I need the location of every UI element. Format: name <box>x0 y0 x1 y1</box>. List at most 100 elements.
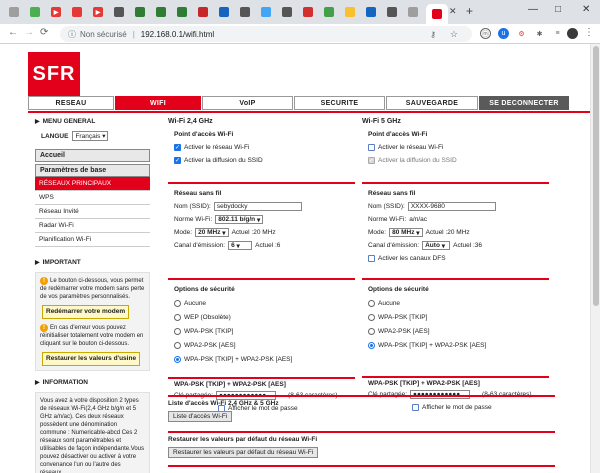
tab-close-icon[interactable]: ✕ <box>449 6 457 17</box>
security-radio[interactable] <box>174 327 181 335</box>
language-label: LANGUE <box>41 132 69 140</box>
browser-tab[interactable] <box>6 4 22 20</box>
channel-select[interactable]: 6 ▾ <box>228 241 253 250</box>
ssid-broadcast-checkbox[interactable]: ✓ <box>174 157 181 164</box>
browser-tab[interactable] <box>195 4 211 20</box>
nav-securite[interactable]: SECURITE <box>294 96 385 110</box>
channel-row: Canal d'émission: Auto ▾ Actuel :36 <box>368 240 543 251</box>
sidebar-item-3[interactable]: Radar Wi-Fi <box>35 219 150 233</box>
access-list-button[interactable]: Liste d'accès Wi-Fi <box>168 411 233 422</box>
ssid-input[interactable]: sebydocky <box>213 202 302 211</box>
nav-wifi[interactable]: WIFI <box>115 96 201 110</box>
reload-icon[interactable]: ⟳ <box>40 27 48 38</box>
access-list-section: Liste d'accès Wi-Fi 2,4 GHz & 5 GHz List… <box>168 395 555 425</box>
sidebar-item-0[interactable]: RÉSEAUX PRINCIPAUX <box>35 177 150 191</box>
language-select[interactable]: Français ▾ <box>72 131 109 141</box>
browser-tab[interactable] <box>321 4 337 20</box>
factory-reset-button[interactable]: Restaurer les valeurs d'usine <box>42 352 141 366</box>
menu-accueil[interactable]: Accueil <box>35 149 150 162</box>
kebab-menu-icon[interactable]: ⋮ <box>584 27 594 38</box>
enable-wifi-checkbox[interactable]: ✓ <box>174 144 181 151</box>
security-radio[interactable] <box>174 355 181 363</box>
menu-parametres[interactable]: Paramètres de base <box>35 164 150 177</box>
extension-badge-icon[interactable]: u <box>498 28 509 39</box>
security-radio[interactable] <box>174 313 181 321</box>
norm-select[interactable]: 802.11 b/g/n ▾ <box>215 215 264 224</box>
security-radio[interactable] <box>174 341 181 349</box>
security-heading: Options de sécurité <box>174 286 235 293</box>
dfs-checkbox[interactable] <box>368 255 375 262</box>
mode-value: 80 MHz <box>392 229 415 236</box>
wifi-5-column: Wi-Fi 5 GHz Point d'accès Wi-Fi Activer … <box>362 118 549 421</box>
browser-tab[interactable] <box>174 4 190 20</box>
close-window-button[interactable]: ✕ <box>582 4 590 15</box>
browser-tab[interactable] <box>300 4 316 20</box>
address-bar[interactable]: ⓘ Non sécurisé | 192.168.0.1/wifi.html ⚷… <box>60 26 472 42</box>
sidebar-item-1[interactable]: WPS <box>35 191 150 205</box>
browser-tab[interactable] <box>153 4 169 20</box>
sidebar-item-4[interactable]: Planification Wi-Fi <box>35 233 150 247</box>
important-text-1: ! Le bouton ci-dessous, vous permet de re… <box>40 277 145 301</box>
new-tab-button[interactable]: + <box>466 4 473 18</box>
browser-tab[interactable] <box>279 4 295 20</box>
ssid-row: Nom (SSID): sebydocky <box>174 201 349 212</box>
extension-icon[interactable]: ⓜ <box>480 28 491 39</box>
nav-deconnecter[interactable]: SE DECONNECTER <box>479 96 569 110</box>
browser-tab[interactable] <box>363 4 379 20</box>
minimize-button[interactable]: — <box>528 4 538 15</box>
star-icon[interactable]: ☆ <box>450 29 458 40</box>
back-icon[interactable]: ← <box>8 27 18 38</box>
security-radio[interactable] <box>368 299 375 307</box>
page-content: SFR RESEAU WIFI VoIP SECURITE SAUVEGARDE… <box>0 44 590 473</box>
puzzle-icon[interactable]: ✱ <box>534 28 545 39</box>
enable-wifi-checkbox[interactable] <box>368 144 375 151</box>
sidebar-item-2[interactable]: Réseau Invité <box>35 205 150 219</box>
ssid-input[interactable]: XXXX-9680 <box>407 202 496 211</box>
forward-icon[interactable]: → <box>24 27 34 38</box>
ssid-broadcast-checkbox[interactable]: ✓ <box>368 157 375 164</box>
browser-tab[interactable] <box>342 4 358 20</box>
mode-select[interactable]: 20 MHz ▾ <box>195 228 229 237</box>
security-option-label: WPA2-PSK [AES] <box>184 341 236 349</box>
browser-tab[interactable] <box>384 4 400 20</box>
check-icon <box>324 7 334 17</box>
browser-tab[interactable] <box>258 4 274 20</box>
restore-defaults-button[interactable]: Restaurer les valeurs par défaut du rése… <box>168 447 319 458</box>
important-title: IMPORTANT <box>42 259 81 266</box>
mode-select[interactable]: 80 MHz ▾ <box>389 228 423 237</box>
browser-tab[interactable] <box>132 4 148 20</box>
nav-voip[interactable]: VoIP <box>202 96 293 110</box>
browser-tab[interactable]: ▶ <box>90 4 106 20</box>
browser-tab[interactable] <box>27 4 43 20</box>
security-radio[interactable] <box>368 327 375 335</box>
browser-tab[interactable]: ▶ <box>48 4 64 20</box>
maximize-button[interactable]: □ <box>555 4 561 15</box>
browser-tab[interactable] <box>69 4 85 20</box>
restart-modem-button[interactable]: Redémarrer votre modem <box>42 305 130 319</box>
browser-tab[interactable] <box>216 4 232 20</box>
browser-tab[interactable] <box>237 4 253 20</box>
security-option-label: Aucune <box>184 299 207 307</box>
sfr-logo: SFR <box>28 52 80 96</box>
security-option-row: WPA-PSK [TKIP] <box>174 325 349 337</box>
cloud-icon <box>261 7 271 17</box>
avatar[interactable] <box>567 28 578 39</box>
channel-select[interactable]: Auto ▾ <box>422 241 451 250</box>
mode-label: Mode: <box>174 229 193 236</box>
browser-tab[interactable] <box>405 4 421 20</box>
extension-gear-icon[interactable]: ⚙ <box>516 28 527 39</box>
nav-sauvegarde[interactable]: SAUVEGARDE <box>386 96 478 110</box>
menu-lines-icon[interactable]: ≡ <box>552 28 563 39</box>
nav-reseau[interactable]: RESEAU <box>28 96 114 110</box>
scrollbar-thumb[interactable] <box>593 46 599 306</box>
security-radio[interactable] <box>368 313 375 321</box>
key-icon[interactable]: ⚷ <box>430 30 436 39</box>
security-radio[interactable] <box>368 341 375 349</box>
gun-icon <box>387 7 397 17</box>
page-scrollbar[interactable] <box>590 44 600 473</box>
security-radio[interactable] <box>174 299 181 307</box>
news-icon <box>219 7 229 17</box>
browser-tab[interactable] <box>111 4 127 20</box>
youtube-icon: ▶ <box>51 7 61 17</box>
browser-tab[interactable] <box>426 4 448 24</box>
